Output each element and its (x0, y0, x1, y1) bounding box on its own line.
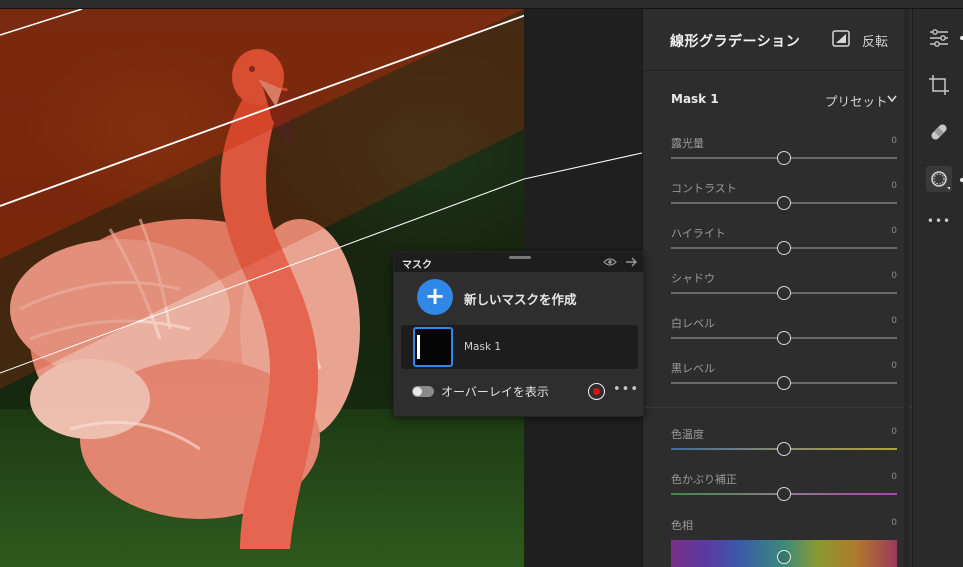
slider-handle[interactable] (777, 487, 791, 501)
slider-value: 0 (891, 226, 897, 236)
slider-exposure[interactable]: 露光量 0 (671, 135, 897, 169)
panel-title: 線形グラデーション (670, 34, 801, 50)
slider-value: 0 (891, 181, 897, 191)
slider-label: 色温度 (671, 428, 704, 441)
create-new-mask-label[interactable]: 新しいマスクを作成 (464, 289, 577, 308)
overlay-row: オーバーレイを表示 ••• (412, 382, 639, 402)
overlay-color-swatch[interactable] (588, 383, 605, 400)
slider-handle[interactable] (777, 241, 791, 255)
slider-value: 0 (891, 427, 897, 437)
slider-handle[interactable] (777, 442, 791, 456)
healing-bandage-icon[interactable] (926, 119, 952, 145)
slider-handle[interactable] (777, 286, 791, 300)
mask-thumbnail-highlight (417, 335, 420, 359)
slider-contrast[interactable]: コントラスト 0 (671, 180, 897, 214)
tool-strip: ••• (912, 9, 963, 567)
slider-value: 0 (891, 136, 897, 146)
toggle-knob (413, 387, 422, 396)
panel-header: 線形グラデーション 反転 (643, 9, 913, 71)
mask-item-label: Mask 1 (464, 341, 502, 353)
mask-thumbnail[interactable] (413, 327, 453, 367)
more-tools-button[interactable]: ••• (926, 214, 952, 240)
drag-handle[interactable] (509, 256, 531, 259)
chevron-down-icon[interactable] (887, 95, 897, 103)
mask-panel-title: マスク (402, 260, 432, 271)
slider-highlights[interactable]: ハイライト 0 (671, 225, 897, 259)
slider-label: 露光量 (671, 137, 704, 150)
slider-handle[interactable] (777, 151, 791, 165)
plus-icon[interactable]: + (417, 279, 453, 315)
slider-hue[interactable]: 色相 0 (671, 517, 897, 537)
overlay-label: オーバーレイを表示 (441, 385, 549, 399)
more-options-button[interactable]: ••• (613, 382, 639, 397)
crop-icon[interactable] (926, 72, 952, 98)
slider-temperature[interactable]: 色温度 0 (671, 426, 897, 460)
edit-sliders-icon[interactable] (926, 25, 952, 51)
mask-panel[interactable]: マスク + 新しいマスクを作成 Mask 1 オーバーレイを表示 ••• (393, 251, 644, 417)
mask-list-item[interactable]: Mask 1 (401, 325, 638, 369)
slider-tint[interactable]: 色かぶり補正 0 (671, 471, 897, 505)
mask-name: Mask 1 (671, 92, 719, 106)
invert-icon[interactable] (832, 30, 850, 47)
slider-label: 白レベル (671, 317, 715, 330)
overlay-toggle[interactable] (412, 386, 434, 397)
slider-label: 色かぶり補正 (671, 473, 737, 486)
slider-label: 色相 (671, 519, 693, 532)
slider-whites[interactable]: 白レベル 0 (671, 315, 897, 349)
slider-value: 0 (891, 316, 897, 326)
collapse-arrow-icon[interactable] (625, 257, 638, 267)
slider-value: 0 (891, 271, 897, 281)
masking-icon (931, 171, 950, 190)
slider-handle[interactable] (777, 331, 791, 345)
overlay-color-fill (592, 387, 600, 395)
slider-blacks[interactable]: 黒レベル 0 (671, 360, 897, 394)
slider-shadows[interactable]: シャドウ 0 (671, 270, 897, 304)
slider-label: 黒レベル (671, 362, 715, 375)
mask-row: Mask 1 プリセット (643, 71, 913, 123)
section-divider (643, 407, 913, 408)
slider-label: コントラスト (671, 182, 737, 195)
invert-button[interactable]: 反転 (862, 31, 888, 50)
create-new-mask-button[interactable]: + 新しいマスクを作成 (417, 279, 631, 317)
panel-scrollbar[interactable] (904, 9, 909, 567)
adjustment-panel: 線形グラデーション 反転 Mask 1 プリセット 露光量 0 コントラスト 0… (642, 9, 913, 567)
mask-panel-header[interactable]: マスク (394, 252, 643, 272)
slider-value: 0 (891, 472, 897, 482)
hue-slider-handle[interactable] (777, 550, 791, 564)
slider-handle[interactable] (777, 196, 791, 210)
preset-dropdown[interactable]: プリセット (825, 91, 888, 110)
masking-tool-button[interactable] (926, 166, 952, 192)
slider-label: シャドウ (671, 272, 715, 285)
eye-icon[interactable] (603, 257, 617, 267)
slider-value: 0 (891, 518, 897, 528)
slider-label: ハイライト (671, 227, 726, 240)
slider-handle[interactable] (777, 376, 791, 390)
slider-value: 0 (891, 361, 897, 371)
top-bar (0, 0, 963, 9)
